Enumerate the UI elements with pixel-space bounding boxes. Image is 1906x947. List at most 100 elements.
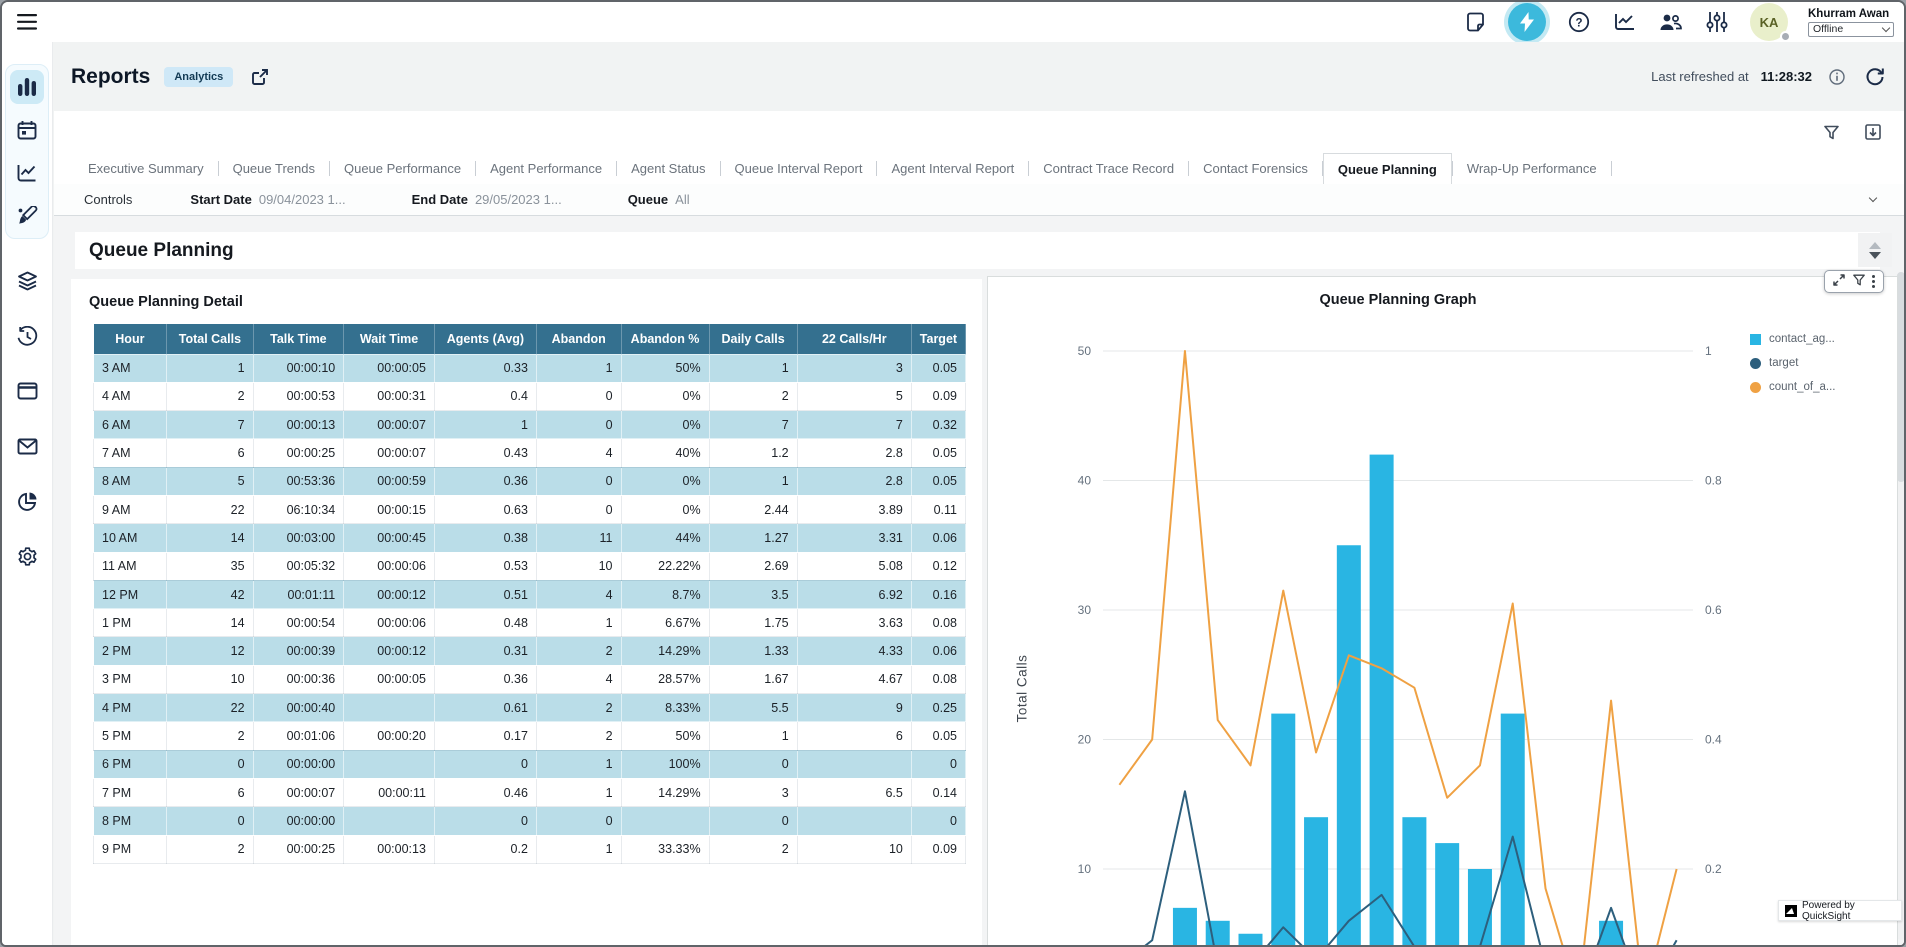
- table-row[interactable]: 6 PM000:00:0001100%00: [94, 750, 966, 778]
- column-header[interactable]: Wait Time: [344, 324, 435, 354]
- sidebar-item-history[interactable]: [10, 324, 44, 348]
- table-cell: 4 PM: [94, 694, 167, 722]
- tab-queue-trends[interactable]: Queue Trends: [219, 153, 329, 184]
- table-cell: 0.16: [911, 580, 965, 608]
- sidebar-item-calendar[interactable]: [10, 113, 44, 147]
- legend-item-target[interactable]: target: [1750, 357, 1836, 369]
- table-row[interactable]: 12 PM4200:01:1100:00:120.5148.7%3.56.920…: [94, 580, 966, 608]
- info-icon[interactable]: [1824, 64, 1850, 90]
- sidebar-item-pie-chart[interactable]: [10, 489, 44, 513]
- legend-item-contact-ag-[interactable]: contact_ag...: [1750, 333, 1836, 345]
- dashboard-scrollbar[interactable]: [1897, 272, 1904, 940]
- tab-queue-planning[interactable]: Queue Planning: [1323, 153, 1452, 185]
- table-row[interactable]: 11 AM3500:05:3200:00:060.531022.22%2.695…: [94, 552, 966, 580]
- column-header[interactable]: Target: [911, 324, 965, 354]
- table-cell: 3.5: [709, 580, 797, 608]
- control-start-date[interactable]: Start Date 09/04/2023 1...: [190, 192, 345, 207]
- table-row[interactable]: 5 PM200:01:0600:00:200.17250%160.05: [94, 722, 966, 750]
- sidebar-item-design[interactable]: [10, 199, 44, 233]
- table-row[interactable]: 7 PM600:00:0700:00:110.46114.29%36.50.14: [94, 778, 966, 806]
- table-cell: 0: [709, 750, 797, 778]
- table-cell: 00:00:25: [253, 835, 344, 863]
- tab-queue-interval-report[interactable]: Queue Interval Report: [721, 153, 877, 184]
- legend-item-count-of-a-[interactable]: count_of_a...: [1750, 381, 1836, 393]
- table-cell: 5: [797, 382, 911, 410]
- export-icon[interactable]: [1860, 119, 1886, 145]
- table-row[interactable]: 1 PM1400:00:5400:00:060.4816.67%1.753.63…: [94, 609, 966, 637]
- trend-icon[interactable]: [1612, 9, 1638, 35]
- scroll-down-icon[interactable]: [1869, 252, 1881, 259]
- table-cell: 42: [167, 580, 253, 608]
- table-cell: 2: [167, 382, 253, 410]
- filter-icon[interactable]: [1818, 119, 1844, 145]
- notes-icon[interactable]: [1462, 9, 1488, 35]
- table-row[interactable]: 8 PM000:00:000000: [94, 807, 966, 835]
- tab-contact-forensics[interactable]: Contact Forensics: [1189, 153, 1322, 184]
- table-row[interactable]: 9 PM200:00:2500:00:130.2133.33%2100.09: [94, 835, 966, 863]
- column-header[interactable]: 22 Calls/Hr: [797, 324, 911, 354]
- status-dropdown[interactable]: Offline: [1808, 22, 1894, 37]
- table-cell: 6.92: [797, 580, 911, 608]
- table-cell: 0.46: [434, 778, 536, 806]
- sidebar-item-settings[interactable]: [10, 544, 44, 568]
- help-icon[interactable]: ?: [1566, 9, 1592, 35]
- table-row[interactable]: 8 AM500:53:3600:00:590.3600%12.80.05: [94, 467, 966, 495]
- table-row[interactable]: 7 AM600:00:2500:00:070.43440%1.22.80.05: [94, 439, 966, 467]
- sliders-icon[interactable]: [1704, 9, 1730, 35]
- contacts-icon[interactable]: [1658, 9, 1684, 35]
- sidebar-group-reports: [5, 64, 49, 239]
- table-cell: 22: [167, 694, 253, 722]
- column-header[interactable]: Talk Time: [253, 324, 344, 354]
- sidebar-item-reports[interactable]: [10, 70, 44, 104]
- bolt-icon[interactable]: [1508, 3, 1546, 41]
- table-row[interactable]: 4 AM200:00:5300:00:310.400%250.09: [94, 382, 966, 410]
- table-cell: 0.63: [434, 495, 536, 523]
- tab-agent-interval-report[interactable]: Agent Interval Report: [877, 153, 1028, 184]
- table-row[interactable]: 3 AM100:00:1000:00:050.33150%130.05: [94, 354, 966, 382]
- tab-wrap-up-performance[interactable]: Wrap-Up Performance: [1453, 153, 1611, 184]
- column-header[interactable]: Daily Calls: [709, 324, 797, 354]
- column-header[interactable]: Total Calls: [167, 324, 253, 354]
- table-row[interactable]: 3 PM1000:00:3600:00:050.36428.57%1.674.6…: [94, 665, 966, 693]
- queue-planning-table[interactable]: HourTotal CallsTalk TimeWait TimeAgents …: [93, 324, 966, 864]
- controls-collapse-icon[interactable]: [1869, 194, 1877, 202]
- sidebar-item-window[interactable]: [10, 379, 44, 403]
- table-cell: 9 PM: [94, 835, 167, 863]
- table-cell: 3 PM: [94, 665, 167, 693]
- scroll-up-icon[interactable]: [1869, 242, 1881, 249]
- avatar[interactable]: KA: [1750, 3, 1788, 41]
- sidebar-item-mail[interactable]: [10, 434, 44, 458]
- table-row[interactable]: 6 AM700:00:1300:00:07100%770.32: [94, 411, 966, 439]
- control-end-date[interactable]: End Date 29/05/2023 1...: [412, 192, 562, 207]
- table-row[interactable]: 10 AM1400:03:0000:00:450.381144%1.273.31…: [94, 524, 966, 552]
- table-cell: 00:00:12: [344, 637, 435, 665]
- column-header[interactable]: Abandon: [536, 324, 621, 354]
- tab-agent-status[interactable]: Agent Status: [617, 153, 719, 184]
- sheet-scroll-stepper[interactable]: [1858, 233, 1892, 267]
- tab-contract-trace-record[interactable]: Contract Trace Record: [1029, 153, 1188, 184]
- svg-text:0.6: 0.6: [1705, 603, 1722, 617]
- external-link-icon[interactable]: [247, 64, 273, 90]
- tab-agent-performance[interactable]: Agent Performance: [476, 153, 616, 184]
- table-row[interactable]: 2 PM1200:00:3900:00:120.31214.29%1.334.3…: [94, 637, 966, 665]
- table-cell: 14: [167, 609, 253, 637]
- refresh-icon[interactable]: [1862, 64, 1888, 90]
- powered-by-quicksight[interactable]: Powered by QuickSight: [1778, 900, 1902, 921]
- column-header[interactable]: Agents (Avg): [434, 324, 536, 354]
- sidebar-item-analytics[interactable]: [10, 156, 44, 190]
- control-queue[interactable]: Queue All: [628, 192, 690, 207]
- table-cell: 00:00:54: [253, 609, 344, 637]
- sidebar-item-layers[interactable]: [10, 269, 44, 293]
- column-header[interactable]: Abandon %: [621, 324, 709, 354]
- menu-icon[interactable]: [14, 9, 40, 35]
- page-header: Reports Analytics Last refreshed at 11:2…: [53, 42, 1904, 111]
- table-row[interactable]: 9 AM2206:10:3400:00:150.6300%2.443.890.1…: [94, 495, 966, 523]
- table-row[interactable]: 4 PM2200:00:400.6128.33%5.590.25: [94, 694, 966, 722]
- tab-queue-performance[interactable]: Queue Performance: [330, 153, 475, 184]
- table-cell: 2: [536, 722, 621, 750]
- table-cell: 1: [536, 354, 621, 382]
- tab-executive-summary[interactable]: Executive Summary: [74, 153, 218, 184]
- table-cell: 0.17: [434, 722, 536, 750]
- table-cell: 28.57%: [621, 665, 709, 693]
- column-header[interactable]: Hour: [94, 324, 167, 354]
